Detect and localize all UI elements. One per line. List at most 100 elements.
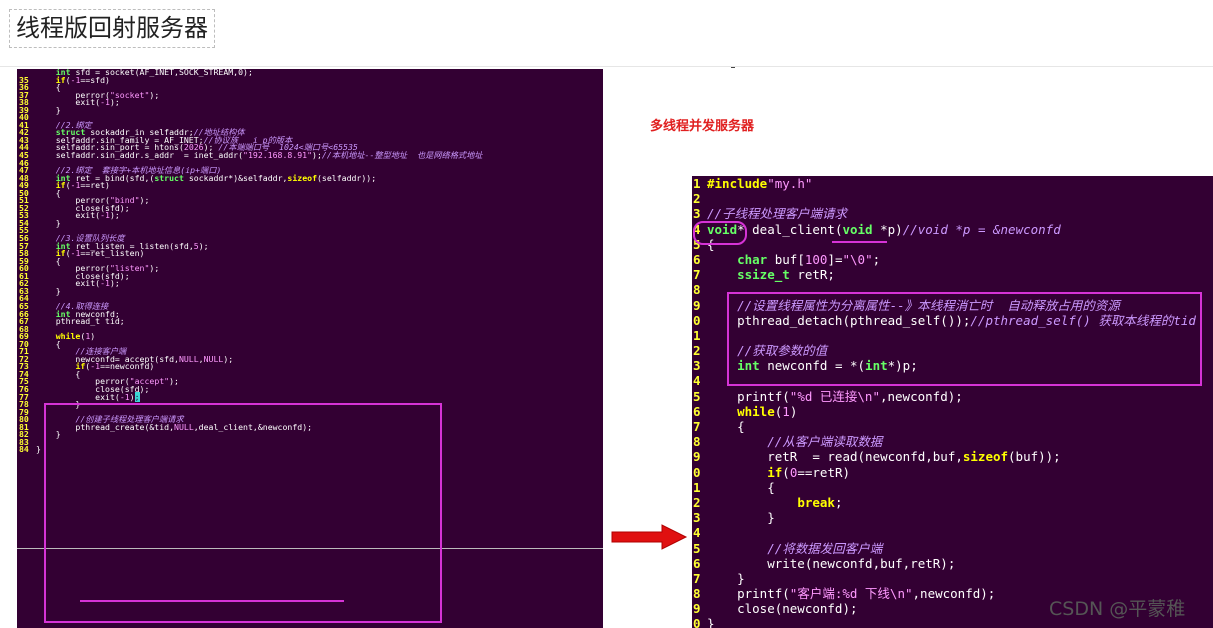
code-text: }	[707, 510, 775, 526]
line-number: 8	[693, 282, 701, 298]
code-line: 54 }	[17, 217, 603, 228]
line-number: 5	[693, 388, 701, 404]
line-number: 1	[693, 327, 701, 343]
title-divider	[0, 66, 1213, 67]
code-line: 77 exit(-1);	[17, 391, 603, 402]
code-text: if(0==retR)	[767, 464, 851, 480]
dash-mark	[731, 67, 735, 68]
code-line: 1 #include"my.h"	[692, 176, 1213, 191]
line-number: 7	[693, 267, 701, 283]
code-line: 45 selfaddr.sin_addr.s_addr = inet_addr(…	[17, 150, 603, 161]
code-line: 2	[692, 191, 1213, 206]
line-number: 4	[693, 525, 701, 541]
code-text: close(newconfd);	[707, 601, 858, 617]
code-text: break;	[797, 494, 843, 510]
code-text: }	[707, 616, 715, 628]
code-line: 7 }	[692, 571, 1213, 586]
line-number: 0	[693, 312, 701, 328]
code-line: 5 printf("%d 已连接\n",newconfd);	[692, 389, 1213, 404]
code-text: printf("客户端:%d 下线\n",newconfd);	[707, 586, 996, 602]
line-number: 6	[693, 555, 701, 571]
accept-loop-highlight-box	[44, 403, 442, 623]
pthread-create-underline	[80, 600, 344, 602]
line-number: 9	[693, 297, 701, 313]
code-text: char buf[100]="\0";	[737, 251, 881, 267]
line-number: 3	[693, 510, 701, 526]
code-line: 68	[17, 325, 603, 334]
line-number: 3	[693, 206, 701, 222]
multithread-server-label: 多线程并发服务器	[650, 119, 755, 134]
code-text: //从客户端读取数据	[767, 434, 883, 450]
csdn-watermark: CSDN @平蒙稚	[1049, 598, 1186, 620]
code-line: 4	[692, 525, 1213, 540]
code-text: pthread_t tid;	[36, 316, 125, 327]
code-text: void* deal_client(void *p)//void *p = &n…	[707, 221, 1061, 237]
code-text: //子线程处理客户端请求	[707, 206, 848, 222]
code-line: 8 //从客户端读取数据	[692, 434, 1213, 449]
code-text: }	[36, 444, 41, 455]
code-text: #include"my.h"	[707, 176, 813, 191]
code-line: 1 {	[692, 480, 1213, 495]
code-text: }	[36, 104, 61, 115]
code-line: 6 while(1)	[692, 404, 1213, 419]
code-text: {	[707, 419, 745, 434]
code-line: 63 }	[17, 285, 603, 296]
code-line: 62 exit(-1);	[17, 279, 603, 288]
code-text: printf("%d 已连接\n",newconfd);	[707, 388, 963, 404]
code-line: 53 exit(-1);	[17, 211, 603, 220]
code-line: 5{	[692, 237, 1213, 252]
line-number: 3	[693, 358, 701, 374]
code-line: 35 if(-1==sfd)	[17, 75, 603, 85]
code-line: 73 if(-1==newconfd)	[17, 362, 603, 371]
code-line: 39 }	[17, 104, 603, 115]
code-line: 3 //子线程处理客户端请求	[692, 206, 1213, 221]
code-line: 5 //将数据发回客户端	[692, 541, 1213, 556]
detach-thread-highlight-box	[727, 292, 1202, 386]
line-number: 2	[693, 343, 701, 359]
code-line: 9 retR = read(newconfd,buf,sizeof(buf));	[692, 449, 1213, 464]
code-line: 6 write(newconfd,buf,retR);	[692, 556, 1213, 571]
code-line: 0 if(0==retR)	[692, 465, 1213, 480]
code-text: write(newconfd,buf,retR);	[707, 555, 956, 571]
line-number: 5	[693, 540, 701, 556]
line-number: 8	[693, 434, 701, 450]
code-line: 3 }	[692, 510, 1213, 525]
code-line: 6 char buf[100]="\0";	[692, 252, 1213, 267]
line-number: 0	[693, 616, 701, 628]
line-number: 1	[693, 479, 701, 495]
line-number: 9	[693, 449, 701, 465]
code-line: 7 {	[692, 419, 1213, 434]
code-line: 7 ssize_t retR;	[692, 267, 1213, 282]
code-line: 69 while(1)	[17, 332, 603, 341]
code-text: //将数据发回客户端	[767, 540, 883, 556]
line-number: 2	[693, 494, 701, 510]
void-return-circle	[693, 221, 747, 245]
code-text: ssize_t retR;	[737, 267, 835, 283]
page-title: 线程版回射服务器	[9, 9, 215, 48]
line-number: 4	[693, 373, 701, 389]
code-text: }	[36, 285, 61, 296]
line-number: 84	[19, 444, 29, 455]
line-number: 2	[693, 191, 701, 207]
line-number: 0	[693, 464, 701, 480]
line-number: 1	[693, 176, 701, 191]
code-line: 67 pthread_t tid;	[17, 316, 603, 327]
code-text: }	[36, 217, 61, 228]
line-number: 6	[693, 251, 701, 267]
code-text: }	[707, 570, 745, 586]
line-number: 7	[693, 570, 701, 586]
deal-client-code-screenshot: 1 #include"my.h" 2 3//子线程处理客户端请求 4 void* deal…	[692, 176, 1213, 628]
code-line: 4 void* deal_client(void *p)//void *p = &…	[692, 222, 1213, 237]
arrow-right-icon	[611, 524, 688, 550]
code-text: selfaddr.sin_addr.s_addr = inet_addr("19…	[36, 150, 483, 161]
code-line: 40	[17, 113, 603, 122]
code-line: 49 if(-1==ret)	[17, 181, 603, 190]
line-number: 7	[693, 419, 701, 434]
line-number: 6	[693, 403, 701, 419]
code-line: 2 break;	[692, 495, 1213, 510]
code-text: {	[707, 479, 775, 495]
code-text: retR = read(newconfd,buf,sizeof(buf));	[707, 449, 1061, 465]
code-line: 38 exit(-1);	[17, 98, 603, 107]
void-param-underline	[832, 241, 887, 243]
line-number: 9	[693, 601, 701, 617]
